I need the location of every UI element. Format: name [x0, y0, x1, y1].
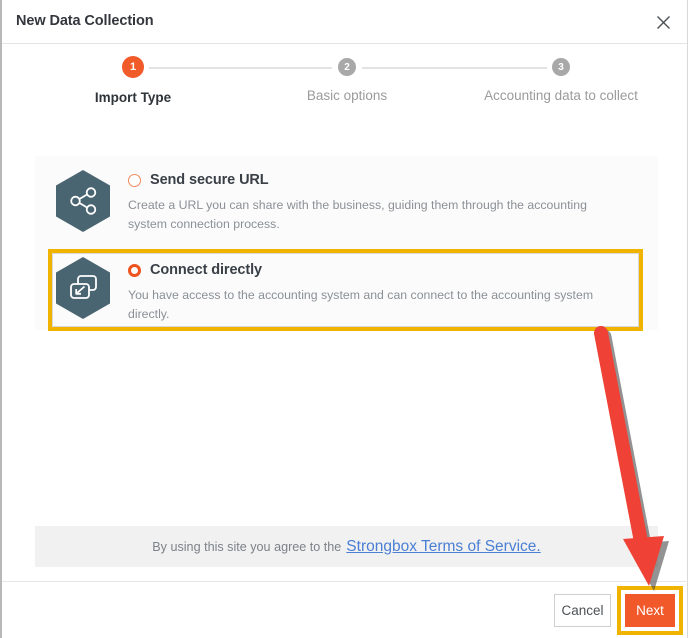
connect-windows-hexagon-icon — [51, 257, 115, 319]
option-send-secure-url[interactable]: Send secure URL Create a URL you can sha… — [35, 156, 658, 246]
option-send-secure-url-description: Create a URL you can share with the busi… — [128, 198, 587, 232]
cancel-button[interactable]: Cancel — [554, 594, 611, 627]
option-connect-directly-title: Connect directly — [150, 262, 263, 278]
option-connect-directly-description: You have access to the accounting system… — [128, 288, 594, 322]
option-send-secure-url-body: Send secure URL Create a URL you can sha… — [115, 170, 642, 232]
strongbox-terms-link[interactable]: Strongbox Terms of Service. — [346, 538, 540, 556]
close-icon[interactable] — [649, 8, 677, 36]
option-connect-directly[interactable]: Connect directly You have access to the … — [35, 246, 658, 330]
stepper-step-import-type[interactable]: 1 Import Type — [63, 56, 203, 105]
dialog-titlebar: New Data Collection — [2, 0, 687, 44]
option-connect-directly-header: Connect directly — [128, 262, 642, 278]
stepper-step-2-badge: 2 — [338, 58, 356, 76]
stepper-step-1-label: Import Type — [94, 90, 172, 105]
stepper-step-3-badge: 3 — [552, 58, 570, 76]
stepper-step-1-badge: 1 — [122, 56, 144, 78]
terms-text: By using this site you agree to the — [152, 539, 342, 554]
share-nodes-hexagon-icon — [51, 170, 115, 232]
terms-of-service-bar: By using this site you agree to the Stro… — [35, 526, 658, 567]
import-type-options: Send secure URL Create a URL you can sha… — [35, 156, 658, 330]
dialog-title: New Data Collection — [16, 13, 154, 29]
stepper-step-basic-options[interactable]: 2 Basic options — [277, 56, 417, 103]
option-connect-directly-body: Connect directly You have access to the … — [115, 260, 642, 321]
footer-divider — [2, 581, 688, 582]
new-data-collection-dialog: New Data Collection 1 Import Type 2 Basi… — [0, 0, 688, 638]
radio-send-secure-url[interactable] — [128, 173, 141, 187]
stepper-step-accounting-data[interactable]: 3 Accounting data to collect — [477, 56, 645, 103]
option-send-secure-url-title: Send secure URL — [150, 172, 269, 188]
next-button[interactable]: Next — [625, 594, 675, 627]
wizard-stepper: 1 Import Type 2 Basic options 3 Accounti… — [2, 56, 688, 114]
option-send-secure-url-header: Send secure URL — [128, 172, 642, 188]
stepper-step-3-label: Accounting data to collect — [484, 88, 638, 103]
stepper-step-2-label: Basic options — [306, 88, 388, 103]
radio-connect-directly[interactable] — [128, 263, 141, 277]
